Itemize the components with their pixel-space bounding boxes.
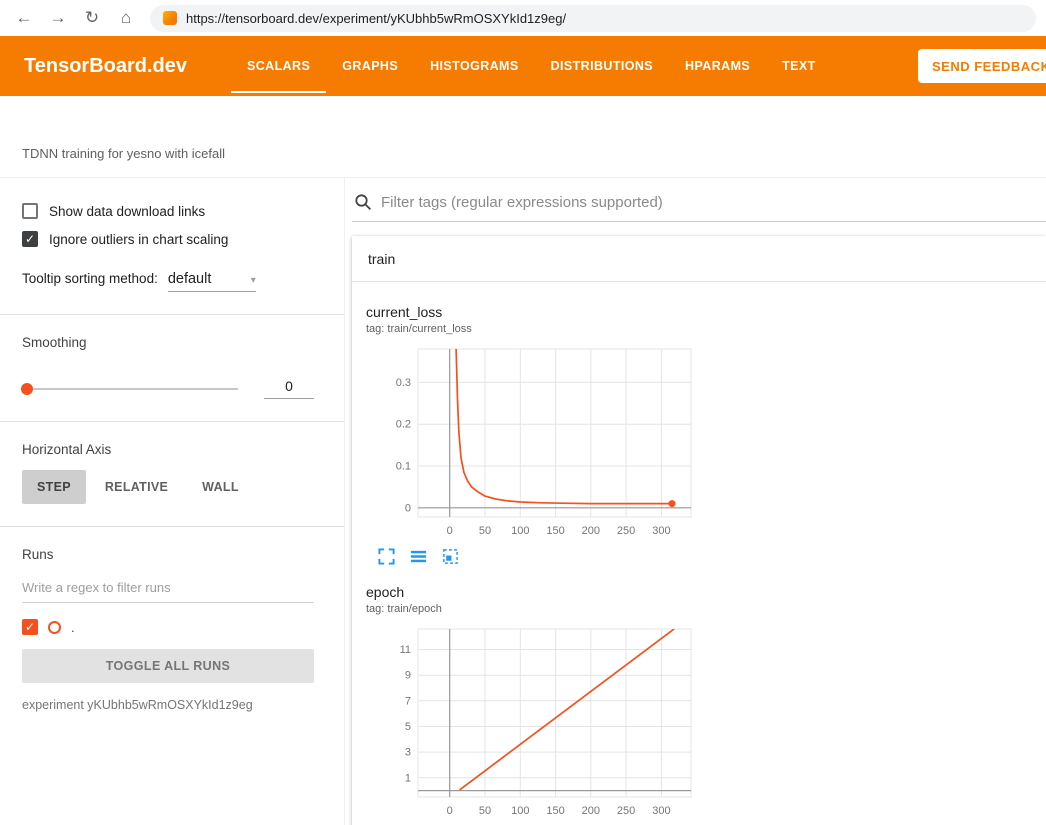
svg-text:0.2: 0.2 bbox=[396, 419, 411, 431]
tooltip-sorting-label: Tooltip sorting method: bbox=[22, 271, 158, 286]
tooltip-sorting-value: default bbox=[168, 271, 212, 287]
horizontal-axis-label: Horizontal Axis bbox=[22, 442, 314, 457]
axis-wall-button[interactable]: WALL bbox=[187, 470, 254, 504]
svg-text:150: 150 bbox=[546, 525, 564, 537]
tab-graphs[interactable]: GRAPHS bbox=[326, 36, 414, 96]
svg-text:200: 200 bbox=[582, 525, 600, 537]
checkbox-label: Show data download links bbox=[49, 204, 205, 219]
axis-relative-button[interactable]: RELATIVE bbox=[90, 470, 183, 504]
refresh-icon[interactable]: ↻ bbox=[78, 8, 106, 28]
chart-card-epoch: epoch tag: train/epoch 0 50 100 150 200 250 300 1… bbox=[366, 584, 704, 825]
svg-text:0: 0 bbox=[447, 805, 453, 817]
y-axis-toggle-icon[interactable] bbox=[410, 548, 428, 566]
search-icon bbox=[354, 193, 372, 211]
smoothing-row: 0 bbox=[22, 378, 314, 399]
filter-tags-input[interactable]: Filter tags (regular expressions support… bbox=[352, 188, 1046, 222]
svg-text:0.1: 0.1 bbox=[396, 461, 411, 473]
tab-text[interactable]: TEXT bbox=[766, 36, 832, 96]
tab-hparams[interactable]: HPARAMS bbox=[669, 36, 766, 96]
home-icon[interactable]: ⌂ bbox=[112, 8, 140, 28]
svg-text:300: 300 bbox=[652, 525, 670, 537]
chart-title: current_loss bbox=[366, 304, 704, 320]
expand-chart-icon[interactable] bbox=[378, 548, 396, 566]
svg-text:50: 50 bbox=[479, 525, 491, 537]
chart-card-current_loss: current_loss tag: train/current_loss 0 50 10… bbox=[366, 304, 704, 566]
chart-grid: current_losstag: train/current_loss05010… bbox=[352, 282, 1046, 825]
chart-plot[interactable]: 0 50 100 150 200 250 300 0 0.1 0.2 0.3 bbox=[366, 343, 701, 543]
slider-thumb-icon[interactable] bbox=[21, 383, 33, 395]
checkbox-checked-icon: ✓ bbox=[22, 231, 38, 247]
svg-text:0.3: 0.3 bbox=[396, 377, 411, 389]
chart-actions bbox=[378, 548, 704, 566]
run-color-swatch-icon bbox=[48, 621, 61, 634]
smoothing-label: Smoothing bbox=[22, 335, 314, 350]
tensorboard-favicon bbox=[163, 11, 177, 25]
ignore-outliers-checkbox[interactable]: ✓ Ignore outliers in chart scaling bbox=[22, 231, 314, 247]
tooltip-sorting-select[interactable]: default ▾ bbox=[168, 271, 256, 292]
main-nav: SCALARS GRAPHS HISTOGRAMS DISTRIBUTIONS … bbox=[231, 36, 832, 96]
back-icon[interactable]: ← bbox=[10, 8, 38, 28]
train-section-header[interactable]: train bbox=[352, 236, 1046, 282]
horizontal-axis-buttons: STEP RELATIVE WALL bbox=[22, 470, 314, 504]
address-bar[interactable]: https://tensorboard.dev/experiment/yKUbh… bbox=[150, 5, 1036, 32]
svg-text:250: 250 bbox=[617, 805, 635, 817]
url-text: https://tensorboard.dev/experiment/yKUbh… bbox=[186, 11, 566, 26]
svg-text:11: 11 bbox=[400, 644, 411, 656]
divider bbox=[0, 421, 344, 422]
svg-text:0: 0 bbox=[405, 502, 411, 514]
divider bbox=[0, 526, 344, 527]
app-title: TensorBoard.dev bbox=[24, 36, 187, 96]
checkbox-label: Ignore outliers in chart scaling bbox=[49, 232, 228, 247]
svg-text:1: 1 bbox=[405, 772, 411, 784]
experiment-description: TDNN training for yesno with icefall bbox=[0, 96, 1046, 178]
forward-icon[interactable]: → bbox=[44, 8, 72, 28]
run-name: . bbox=[71, 620, 75, 635]
svg-text:250: 250 bbox=[617, 525, 635, 537]
axis-step-button[interactable]: STEP bbox=[22, 470, 86, 504]
main-panel: Filter tags (regular expressions support… bbox=[345, 178, 1046, 825]
svg-text:5: 5 bbox=[405, 721, 411, 733]
show-download-links-checkbox[interactable]: Show data download links bbox=[22, 203, 314, 219]
svg-text:9: 9 bbox=[405, 670, 411, 682]
chevron-down-icon: ▾ bbox=[251, 275, 256, 286]
svg-text:100: 100 bbox=[511, 805, 529, 817]
run-row[interactable]: ✓ . bbox=[22, 619, 314, 635]
svg-text:100: 100 bbox=[511, 525, 529, 537]
smoothing-slider[interactable] bbox=[22, 388, 238, 390]
svg-text:200: 200 bbox=[582, 805, 600, 817]
smoothing-value-input[interactable]: 0 bbox=[264, 378, 314, 399]
toggle-all-runs-button[interactable]: TOGGLE ALL RUNS bbox=[22, 649, 314, 683]
run-checkbox-icon[interactable]: ✓ bbox=[22, 619, 38, 635]
browser-chrome: ← → ↻ ⌂ https://tensorboard.dev/experime… bbox=[0, 0, 1046, 36]
runs-label: Runs bbox=[22, 547, 314, 562]
experiment-id-label: experiment yKUbhb5wRmOSXYkId1z9eg bbox=[22, 698, 314, 712]
checkbox-unchecked-icon bbox=[22, 203, 38, 219]
runs-filter-input[interactable]: Write a regex to filter runs bbox=[22, 580, 314, 603]
tooltip-sorting-row: Tooltip sorting method: default ▾ bbox=[22, 271, 314, 292]
svg-text:7: 7 bbox=[405, 695, 411, 707]
tab-distributions[interactable]: DISTRIBUTIONS bbox=[535, 36, 669, 96]
chart-tag: tag: train/current_loss bbox=[366, 323, 704, 335]
tab-scalars[interactable]: SCALARS bbox=[231, 36, 326, 96]
train-section-card: train current_loss tag: train/current_los… bbox=[352, 236, 1046, 825]
svg-text:300: 300 bbox=[652, 805, 670, 817]
svg-text:0: 0 bbox=[447, 525, 453, 537]
app-header: TensorBoard.dev SCALARS GRAPHS HISTOGRAM… bbox=[0, 36, 1046, 96]
svg-text:50: 50 bbox=[479, 805, 491, 817]
chart-tag: tag: train/epoch bbox=[366, 603, 704, 615]
sidebar: Show data download links ✓ Ignore outlie… bbox=[0, 178, 345, 825]
fit-domain-icon[interactable] bbox=[442, 548, 460, 566]
svg-text:150: 150 bbox=[546, 805, 564, 817]
filter-tags-placeholder: Filter tags (regular expressions support… bbox=[381, 194, 663, 211]
svg-text:3: 3 bbox=[405, 747, 411, 759]
send-feedback-button[interactable]: SEND FEEDBACK bbox=[918, 49, 1046, 83]
divider bbox=[0, 314, 344, 315]
chart-title: epoch bbox=[366, 584, 704, 600]
chart-plot[interactable]: 0 50 100 150 200 250 300 1 3 5 7 9 11 bbox=[366, 623, 701, 823]
tab-histograms[interactable]: HISTOGRAMS bbox=[414, 36, 535, 96]
content: Show data download links ✓ Ignore outlie… bbox=[0, 178, 1046, 825]
